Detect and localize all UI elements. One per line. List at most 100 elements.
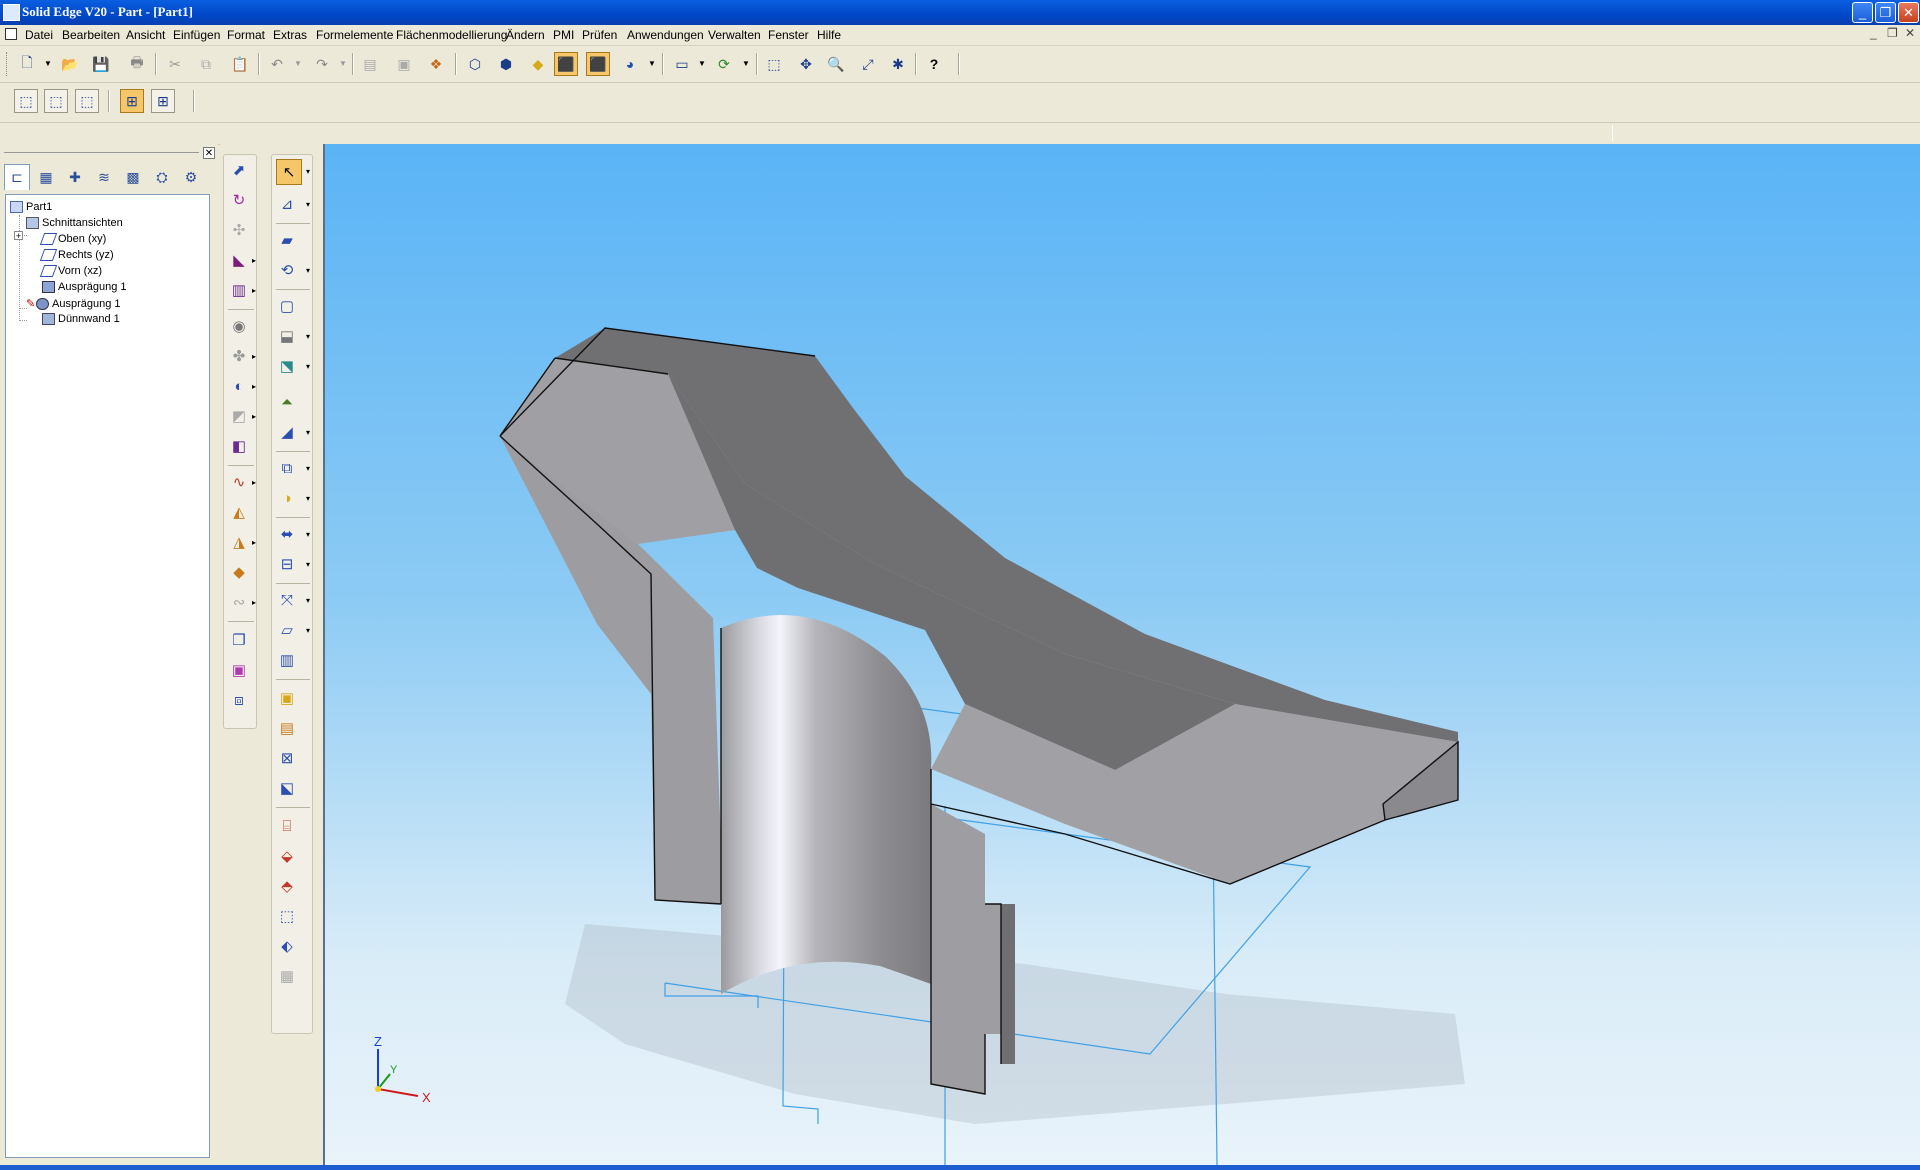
menu-bearbeiten[interactable]: Bearbeiten [62, 28, 120, 42]
divide-part-button[interactable]: ▱ [276, 619, 298, 641]
pattern-dropdown[interactable]: ▾ [306, 428, 310, 437]
expand-toggle[interactable]: + [14, 231, 23, 241]
select-tools-3-button[interactable]: ⬚ [75, 89, 99, 113]
new-file-button[interactable]: 🗋 [15, 52, 39, 76]
mirror-dropdown[interactable]: ▾ [306, 464, 310, 473]
restore-button[interactable]: ❐ [1875, 2, 1896, 23]
whats-this-help-button[interactable]: ? [922, 52, 946, 76]
sketch-button[interactable]: ⊿ [276, 193, 298, 215]
undo-dropdown[interactable]: ▼ [294, 59, 302, 68]
web-network-button[interactable]: ∾ [228, 591, 250, 613]
mirror-button[interactable]: ⧉ [276, 457, 298, 479]
feature-tree[interactable]: + Part1 Schnittansichten Oben (xy) Recht… [5, 194, 210, 1158]
tree-node-vorn-xz[interactable]: Vorn (xz) [39, 265, 102, 278]
extrude-button[interactable]: ▰ [276, 229, 298, 251]
menu-aendern[interactable]: Ändern [506, 28, 545, 42]
thicken-tool-button[interactable]: ◮ [228, 531, 250, 553]
tree-node-duennwand-1[interactable]: Dünnwand 1 [42, 313, 120, 326]
minimize-button[interactable]: _ [1852, 2, 1873, 23]
emboss-tool-button[interactable]: ◆ [228, 561, 250, 583]
cylinder-button[interactable]: ⌸ [276, 815, 298, 837]
sketch-dropdown[interactable]: ▾ [306, 200, 310, 209]
helix-button[interactable]: ▢ [276, 295, 298, 317]
thin-wall-dropdown[interactable]: ▾ [306, 332, 310, 341]
menu-hilfe[interactable]: Hilfe [817, 28, 841, 42]
spin-button[interactable]: ✱ [886, 52, 910, 76]
tab-sensors[interactable]: ⛭ [149, 164, 175, 190]
close-button[interactable]: ✕ [1898, 2, 1919, 23]
rotate-view-button[interactable]: ⟳ [712, 52, 736, 76]
visible-edges-view-button[interactable]: ⬢ [494, 52, 518, 76]
render-button[interactable]: ◕ [618, 52, 642, 76]
boolean-button[interactable]: ◑ [276, 487, 298, 509]
select-dropdown[interactable]: ▾ [306, 167, 310, 176]
cutout-tool-button[interactable]: ✣ [228, 219, 250, 241]
mdi-restore-button[interactable]: ❐ [1887, 26, 1898, 40]
thin-region-dropdown[interactable]: ▾ [306, 362, 310, 371]
tab-feature-playback[interactable]: ▩ [120, 164, 146, 190]
redo-button[interactable]: ↷ [310, 52, 334, 76]
face-rotate-button[interactable]: ▣ [228, 659, 250, 681]
normal-protrusion-button[interactable]: ◭ [228, 501, 250, 523]
tree-node-auspraegung-1-revolved[interactable]: ✎ Ausprägung 1 [26, 297, 121, 311]
menu-formelemente[interactable]: Formelemente [316, 28, 393, 42]
round-dropdown[interactable]: ▸ [252, 382, 256, 391]
tree-node-auspraegung-1[interactable]: Ausprägung 1 [42, 281, 127, 294]
properties-button[interactable]: ▦ [276, 965, 298, 987]
open-button[interactable]: 📂 [58, 52, 82, 76]
menu-datei[interactable]: Datei [25, 28, 53, 42]
mdi-minimize-button[interactable]: _ [1870, 26, 1877, 40]
revolve-dropdown[interactable]: ▾ [306, 266, 310, 275]
box-button[interactable]: ⬕ [276, 777, 298, 799]
pattern-button[interactable]: ◢ [276, 421, 298, 443]
print-button[interactable]: 🖶 [125, 52, 149, 76]
scale-button[interactable]: ⊠ [276, 747, 298, 769]
rotate-view-dropdown[interactable]: ▼ [742, 59, 750, 68]
select-tools-1-button[interactable]: ⬚ [14, 89, 38, 113]
curve-tool-button[interactable]: ∿ [228, 471, 250, 493]
menu-einfuegen[interactable]: Einfügen [173, 28, 220, 42]
thin-region-button[interactable]: ⬔ [276, 355, 298, 377]
menu-flaechenmodellierung[interactable]: Flächenmodellierung [396, 28, 507, 42]
round-tool-button[interactable]: ◐ [228, 375, 250, 397]
menu-anwendungen[interactable]: Anwendungen [627, 28, 704, 42]
plane-button[interactable]: ⤧ [276, 589, 298, 611]
library-button[interactable]: ⬚ [276, 905, 298, 927]
tab-layers[interactable]: ≋ [91, 164, 117, 190]
fit-button[interactable]: ⤢ [856, 52, 880, 76]
insert-part-button[interactable]: ▥ [276, 649, 298, 671]
copy-button[interactable]: ⧉ [194, 52, 218, 76]
zoom-button[interactable]: 🔍 [824, 52, 848, 76]
divide-part-dropdown[interactable]: ▾ [306, 626, 310, 635]
assembly-button[interactable]: ❖ [424, 52, 448, 76]
offset-surface-button[interactable]: ⬌ [276, 523, 298, 545]
menu-extras[interactable]: Extras [273, 28, 307, 42]
draft-tool-button[interactable]: ◧ [228, 435, 250, 457]
protrusion-tool-button[interactable]: ⬈ [228, 159, 250, 181]
pan-button[interactable]: ✥ [794, 52, 818, 76]
new-file-dropdown[interactable]: ▼ [44, 59, 52, 68]
sphere-primitive-button[interactable]: ⬙ [276, 845, 298, 867]
cut-button[interactable]: ✂ [163, 52, 187, 76]
tree-node-schnittansichten[interactable]: Schnittansichten [26, 217, 123, 230]
hole-tool-button[interactable]: ◉ [228, 315, 250, 337]
disk-button[interactable]: ⬖ [276, 935, 298, 957]
offset-surface-dropdown[interactable]: ▾ [306, 530, 310, 539]
tab-variables[interactable]: ⚙ [178, 164, 204, 190]
selection-filter-2-button[interactable]: ⊞ [151, 89, 175, 113]
swept-tool-button[interactable]: ◣ [228, 249, 250, 271]
tree-node-rechts-yz[interactable]: Rechts (yz) [39, 249, 114, 262]
swept-dropdown[interactable]: ▸ [252, 256, 256, 265]
rib-dropdown[interactable]: ▸ [252, 352, 256, 361]
wireframe-view-button[interactable]: ⬡ [463, 52, 487, 76]
window-title-bar[interactable]: Solid Edge V20 - Part - [Part1] _ ❐ ✕ [0, 0, 1920, 25]
tab-family-parts[interactable]: ✚ [62, 164, 88, 190]
rib-tool-button[interactable]: ✤ [228, 345, 250, 367]
model-canvas[interactable] [325, 144, 1920, 1165]
coordinate-system-button[interactable]: ⊟ [276, 553, 298, 575]
boolean-dropdown[interactable]: ▾ [306, 494, 310, 503]
document-icon[interactable] [5, 28, 17, 40]
move-face-button[interactable]: ▤ [276, 717, 298, 739]
revolve-tool-button[interactable]: ↻ [228, 189, 250, 211]
tree-node-part1[interactable]: Part1 [10, 201, 52, 214]
